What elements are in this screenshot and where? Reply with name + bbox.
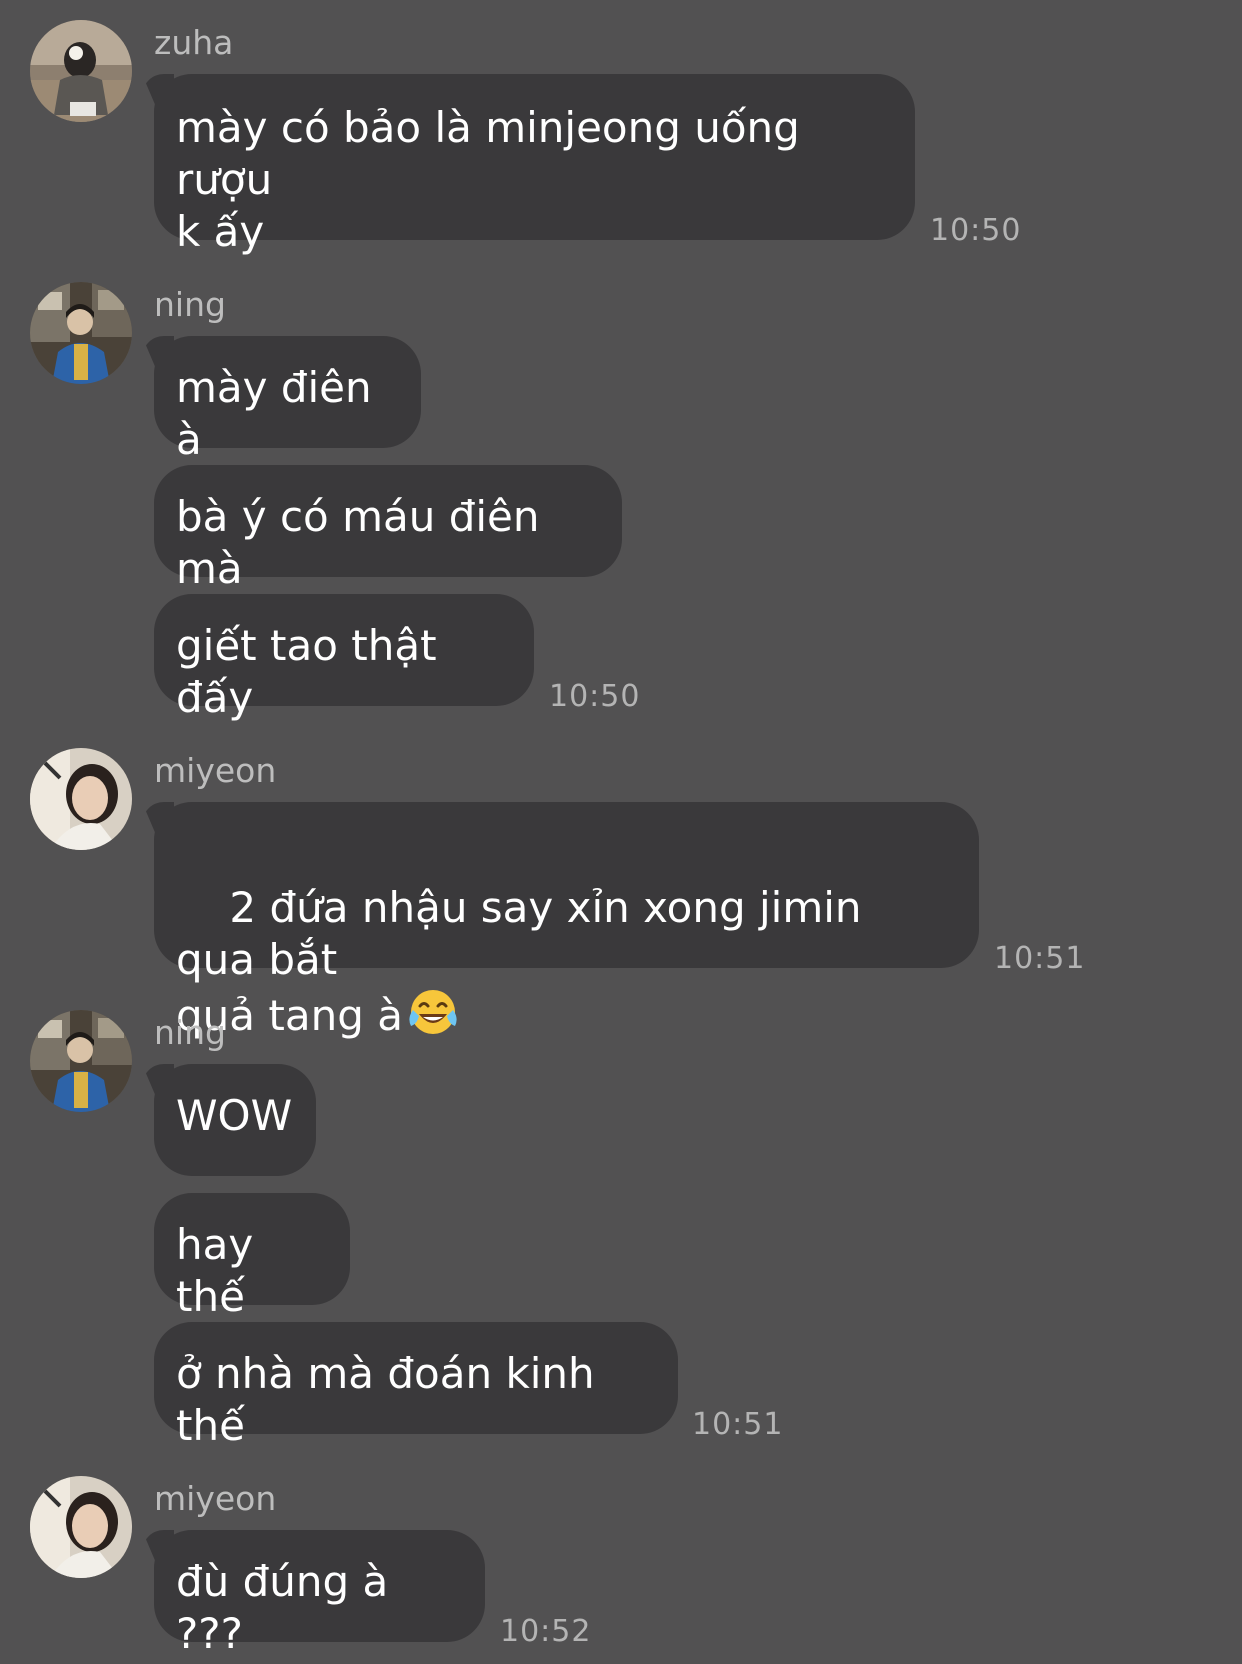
message-bubble[interactable]: bà ý có máu điên mà	[154, 465, 622, 593]
avatar[interactable]	[30, 748, 132, 850]
ning-avatar-photo	[30, 282, 132, 384]
sender-name: miyeon	[154, 1479, 277, 1518]
timestamp: 10:50	[549, 679, 641, 714]
message-bubble[interactable]: hay thế	[154, 1193, 350, 1321]
message-text: 2 đứa nhậu say xỉn xong jimin qua bắt qu…	[176, 883, 862, 1040]
sender-name: zuha	[154, 23, 234, 62]
avatar[interactable]	[30, 282, 132, 384]
miyeon-avatar-photo	[30, 1476, 132, 1578]
avatar[interactable]	[30, 1476, 132, 1578]
sender-name: miyeon	[154, 751, 277, 790]
timestamp: 10:51	[994, 941, 1086, 976]
message-bubble[interactable]: ở nhà mà đoán kinh thế	[154, 1322, 678, 1450]
message-bubble[interactable]: WOW	[154, 1064, 316, 1176]
message-bubble[interactable]: mày điên à	[154, 336, 421, 464]
timestamp: 10:50	[930, 213, 1022, 248]
message-bubble[interactable]: đù đúng à ???	[154, 1530, 485, 1658]
timestamp: 10:52	[500, 1614, 592, 1649]
avatar[interactable]	[30, 1010, 132, 1112]
timestamp: 10:51	[692, 1407, 784, 1442]
sender-name: ning	[154, 285, 226, 324]
ning-avatar-photo	[30, 1010, 132, 1112]
sender-name: ning	[154, 1013, 226, 1052]
message-bubble[interactable]: giết tao thật đấy	[154, 594, 534, 722]
face-with-tears-of-joy-icon	[409, 990, 457, 1034]
miyeon-avatar-photo	[30, 748, 132, 850]
zuha-avatar-photo	[30, 20, 132, 122]
message-bubble[interactable]: mày có bảo là minjeong uống rượu k ấy	[154, 74, 915, 256]
avatar[interactable]	[30, 20, 132, 122]
message-bubble[interactable]: 2 đứa nhậu say xỉn xong jimin qua bắt qu…	[154, 802, 979, 1040]
